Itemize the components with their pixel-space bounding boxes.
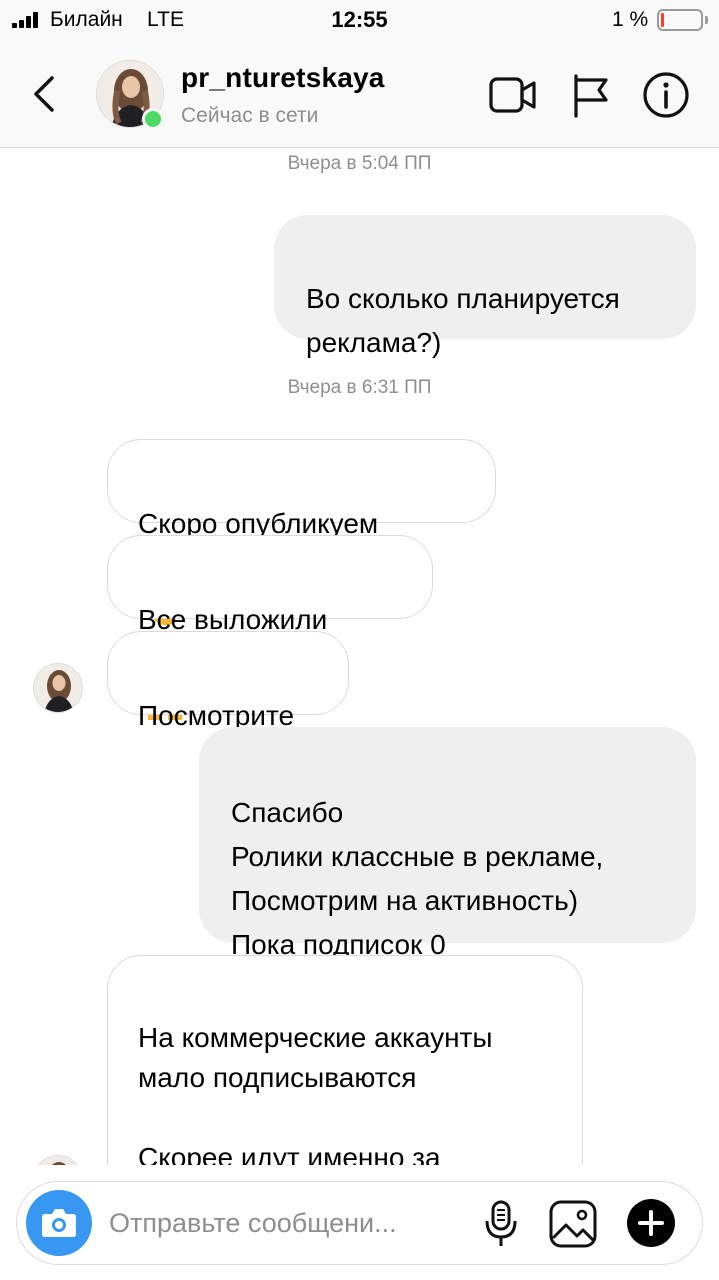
online-status-dot	[142, 108, 164, 130]
battery-icon	[657, 9, 708, 31]
battery-percent: 1 %	[612, 8, 649, 31]
timestamp: Вчера в 6:31 ПП	[287, 377, 432, 398]
message-text: Спасибо Ролики классные в рекламе, Посмо…	[231, 797, 604, 960]
message-bubble-outgoing[interactable]: Спасибо Ролики классные в рекламе, Посмо…	[199, 727, 696, 960]
back-chevron-icon[interactable]	[24, 70, 64, 118]
microphone-icon[interactable]	[483, 1199, 519, 1249]
plus-icon[interactable]	[627, 1199, 675, 1247]
presence-status: Сейчас в сети	[181, 104, 319, 127]
timestamp: Вчера в 5:04 ПП	[287, 153, 432, 174]
message-thread[interactable]: Вчера в 5:04 ПП Во сколько планируется р…	[0, 148, 719, 1165]
message-bubble-incoming[interactable]: Скоро опубликуем	[107, 439, 496, 626]
contact-username[interactable]: pr_nturetskaya	[181, 62, 385, 94]
contact-avatar-small[interactable]	[33, 663, 83, 713]
message-input[interactable]	[109, 1202, 469, 1244]
conversation-header: pr_nturetskaya Сейчас в сети	[0, 40, 719, 148]
camera-icon[interactable]	[26, 1190, 92, 1256]
gallery-icon[interactable]	[547, 1198, 599, 1250]
message-text: Во сколько планируется реклама?)	[306, 283, 620, 358]
info-icon[interactable]	[641, 70, 691, 120]
message-bubble-incoming[interactable]: Все выложили	[107, 535, 433, 720]
message-bubble-incoming[interactable]: На коммерческие аккаунты мало подписываю…	[107, 955, 583, 1165]
message-text: На коммерческие аккаунты мало подписываю…	[138, 1022, 493, 1165]
message-bubble-outgoing[interactable]: Во сколько планируется реклама?)	[274, 215, 696, 358]
video-camera-icon[interactable]	[488, 70, 538, 120]
contact-avatar-small[interactable]	[33, 1155, 83, 1165]
flag-icon[interactable]	[566, 70, 616, 120]
message-bubble-incoming[interactable]: Посмотрите	[107, 631, 349, 731]
status-bar: Билайн LTE 12:55 1 %	[0, 0, 719, 40]
message-composer	[16, 1181, 703, 1265]
